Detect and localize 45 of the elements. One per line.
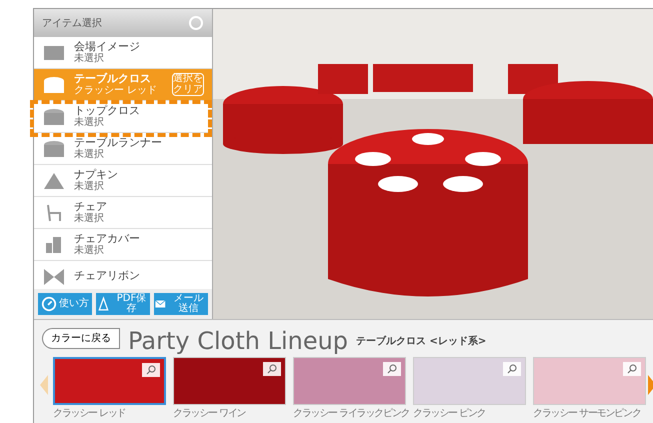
zoom-button[interactable]	[263, 362, 281, 376]
item-label: ナプキン	[74, 168, 119, 181]
item-status: 未選択	[74, 117, 105, 128]
item-label: テーブルクロス	[74, 72, 152, 86]
color-swatch[interactable]	[173, 357, 286, 405]
swatch-label: クラッシー レッド	[53, 407, 126, 421]
item-status: 未選択	[74, 213, 105, 224]
zoom-button[interactable]	[383, 362, 401, 376]
search-icon	[146, 365, 156, 375]
item-status: 未選択	[74, 245, 105, 256]
item-status: 未選択	[74, 181, 105, 192]
swatch-label: クラッシー ワイン	[173, 407, 246, 421]
compass-icon	[41, 295, 57, 313]
item-label: テーブルランナー	[74, 136, 163, 149]
item-status: 未選択	[74, 53, 105, 64]
triangle-icon	[42, 170, 66, 190]
color-swatch[interactable]	[413, 357, 526, 405]
search-icon	[507, 364, 517, 374]
tablecloth-icon	[42, 106, 66, 126]
color-swatch[interactable]	[533, 357, 646, 405]
zoom-button[interactable]	[503, 362, 521, 376]
item-label: チェアリボン	[74, 270, 141, 283]
triangle-outline-icon	[96, 295, 111, 313]
swatch-label: クラッシー ピンク	[413, 407, 486, 421]
search-icon	[267, 364, 277, 374]
zoom-button[interactable]	[623, 362, 641, 376]
item-label: トップクロス	[74, 104, 141, 117]
ribbon-icon	[42, 266, 66, 286]
swatch-label: クラッシー サーモンピンク	[533, 407, 642, 421]
lineup-subtitle: テーブルクロス <レッド系>	[356, 334, 486, 349]
item-label: チェアカバー	[74, 232, 141, 245]
item-status: 未選択	[74, 149, 105, 160]
color-swatch[interactable]	[53, 357, 166, 405]
search-icon	[387, 364, 397, 374]
tablecloth-icon	[42, 74, 66, 94]
color-swatch[interactable]	[293, 357, 406, 405]
item-label: 会場イメージ	[74, 40, 141, 53]
sidebar-title: アイテム選択	[42, 16, 102, 30]
item-status: クラッシー レッド	[74, 85, 158, 96]
search-icon	[627, 364, 637, 374]
item-label: チェア	[74, 200, 108, 213]
tablecloth-icon	[42, 138, 66, 158]
lineup-title: Party Cloth Lineup	[128, 329, 348, 353]
zoom-button[interactable]	[142, 363, 160, 377]
back-button[interactable]: カラーに戻る	[42, 328, 120, 349]
